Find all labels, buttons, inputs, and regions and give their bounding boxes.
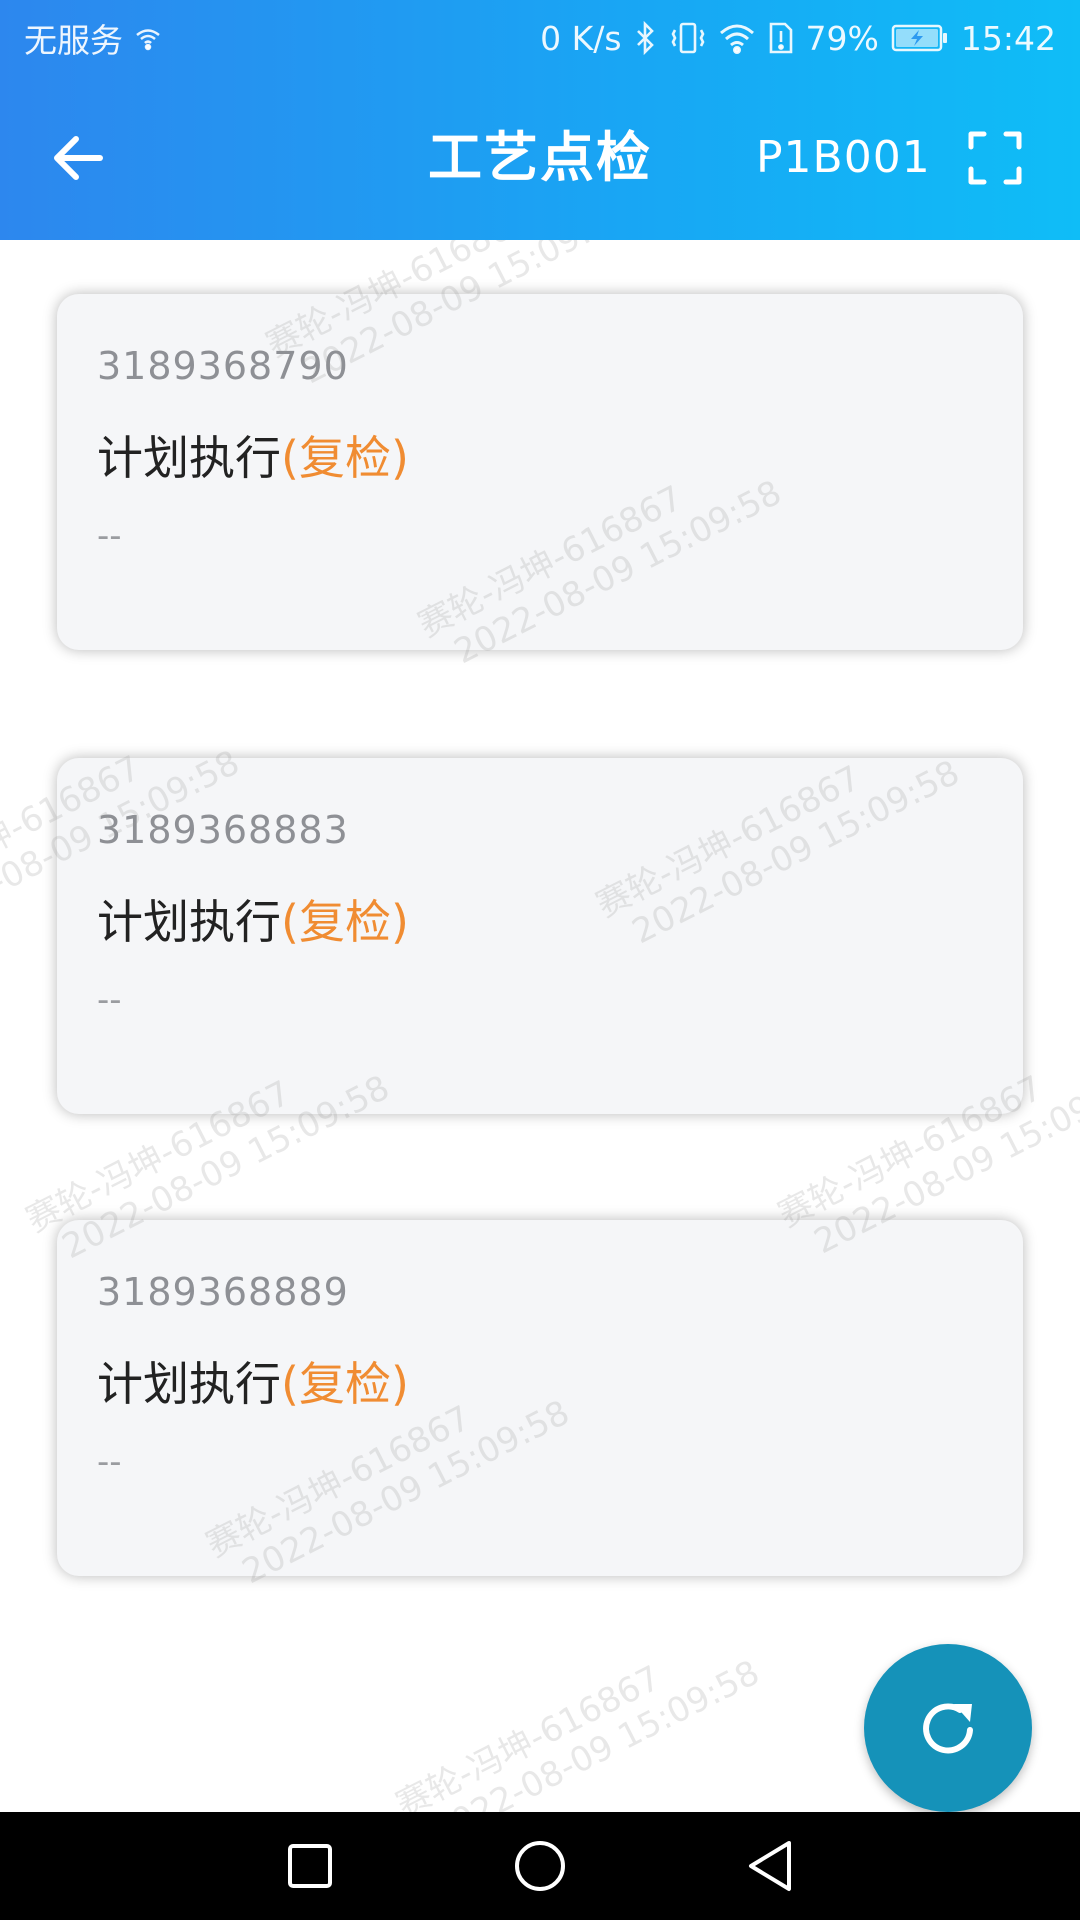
task-list: 3189368790 计划执行(复检) -- 3189368883 计划执行(复… [0, 240, 1080, 1812]
triangle-back-icon [745, 1839, 795, 1893]
status-left: 无服务 [24, 14, 163, 62]
carrier-text: 无服务 [24, 21, 123, 60]
sim-alert-icon [768, 21, 794, 55]
task-note: -- [97, 516, 122, 556]
task-type: 计划执行 [97, 431, 281, 485]
refresh-button[interactable] [864, 1644, 1032, 1812]
home-button[interactable] [500, 1826, 580, 1906]
vibrate-icon [670, 21, 706, 55]
toolbar: 工艺点检 P1B001 [0, 76, 1080, 240]
square-icon [286, 1842, 334, 1890]
task-card[interactable]: 3189368790 计划执行(复检) -- [57, 294, 1023, 650]
net-speed-text: 0 K/s [540, 18, 622, 58]
device-code[interactable]: P1B001 [756, 76, 931, 240]
watermark-line: 2022-08-09 15:09:58 [425, 1652, 766, 1812]
refresh-icon [910, 1690, 986, 1766]
back-nav-button[interactable] [730, 1826, 810, 1906]
circle-icon [513, 1839, 567, 1893]
scan-button[interactable] [966, 129, 1024, 187]
bluetooth-icon [634, 21, 658, 55]
task-id: 3189368790 [97, 344, 349, 388]
app-bar: 无服务 0 K/s 79% 15:42 工艺点检 P1B001 [0, 0, 1080, 240]
task-status: (复检) [281, 1357, 409, 1411]
recents-button[interactable] [270, 1826, 350, 1906]
wifi-hotspot-icon [133, 23, 163, 53]
task-type: 计划执行 [97, 1357, 281, 1411]
task-note: -- [97, 980, 122, 1020]
task-type: 计划执行 [97, 895, 281, 949]
task-title: 计划执行(复检) [97, 1348, 409, 1414]
watermark: 赛轮-冯坤-616867 2022-08-09 15:09:58 [390, 1617, 766, 1812]
status-right: 0 K/s 79% 15:42 [540, 19, 1056, 58]
battery-percent-text: 79% [805, 18, 879, 58]
task-id: 3189368883 [97, 808, 349, 852]
watermark-line: 赛轮-冯坤-616867 [390, 1658, 667, 1812]
task-card[interactable]: 3189368883 计划执行(复检) -- [57, 758, 1023, 1114]
task-id: 3189368889 [97, 1270, 349, 1314]
arrow-left-icon [50, 133, 106, 183]
task-note: -- [97, 1442, 122, 1482]
wifi-icon [718, 22, 756, 54]
task-status: (复检) [281, 895, 409, 949]
system-nav-bar [0, 1812, 1080, 1920]
scan-frame-icon [968, 131, 1022, 185]
status-bar: 无服务 0 K/s 79% 15:42 [0, 0, 1080, 76]
task-status: (复检) [281, 431, 409, 485]
back-button[interactable] [46, 126, 110, 190]
task-title: 计划执行(复检) [97, 422, 409, 488]
task-title: 计划执行(复检) [97, 886, 409, 952]
task-card[interactable]: 3189368889 计划执行(复检) -- [57, 1220, 1023, 1576]
battery-charging-icon [891, 23, 949, 53]
clock-text: 15:42 [960, 18, 1056, 58]
